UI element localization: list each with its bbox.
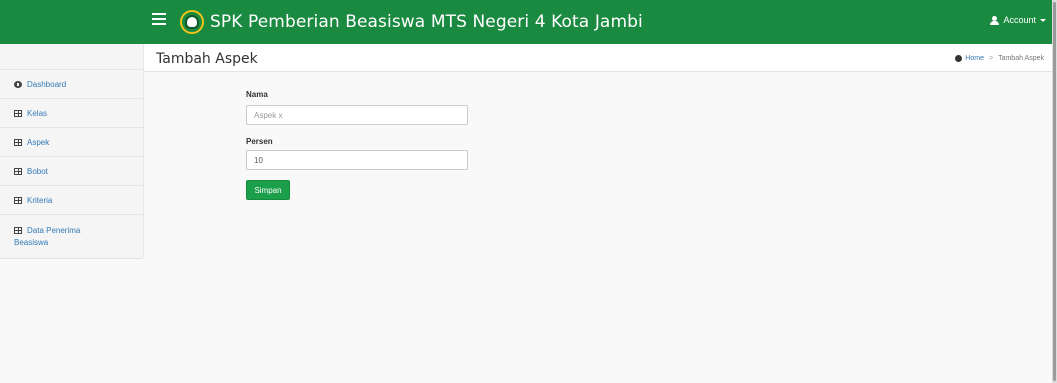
user-icon: [990, 15, 1000, 25]
sidebar-item-label: Kelas: [27, 108, 48, 118]
app-title: SPK Pemberian Beasiswa MTS Negeri 4 Kota…: [210, 12, 643, 32]
sidebar-item-label: Data Penerima Beasiswa: [14, 225, 81, 249]
sidebar: Dashboard Kelas Aspek Bobot Kriteria Dat…: [0, 44, 144, 259]
breadcrumb-current: Tambah Aspek: [998, 55, 1044, 62]
dashboard-icon: [14, 80, 22, 88]
menu-toggle-icon[interactable]: [152, 13, 166, 27]
sidebar-item-label: Kriteria: [27, 195, 53, 205]
sidebar-item-label: Aspek: [27, 137, 50, 147]
sidebar-item-label-line2: Beasiswa: [14, 238, 49, 247]
sidebar-item-data-penerima-beasiswa[interactable]: Data Penerima Beasiswa: [0, 215, 143, 259]
nama-input[interactable]: Aspek x: [246, 105, 468, 125]
sidebar-item-label: Bobot: [27, 166, 48, 176]
table-icon: [14, 167, 22, 175]
sidebar-item-kelas[interactable]: Kelas: [0, 99, 143, 128]
page-header: Tambah Aspek Home > Tambah Aspek: [144, 44, 1052, 72]
sidebar-item-bobot[interactable]: Bobot: [0, 157, 143, 186]
table-icon: [14, 196, 22, 204]
persen-input[interactable]: 10: [246, 150, 468, 170]
sidebar-item-label-line1: Data Penerima: [27, 226, 81, 235]
breadcrumb-home-link[interactable]: Home: [965, 55, 984, 62]
dashboard-icon: [955, 55, 963, 62]
table-icon: [14, 109, 22, 117]
account-label: Account: [1003, 15, 1036, 25]
caret-down-icon: [1040, 19, 1046, 22]
app-logo: [180, 10, 204, 34]
table-icon: [14, 227, 22, 234]
page-scrollbar[interactable]: [1052, 0, 1057, 383]
sidebar-item-label: Dashboard: [27, 79, 67, 89]
breadcrumb: Home > Tambah Aspek: [955, 55, 1044, 62]
sidebar-header: [0, 44, 143, 70]
sidebar-item-kriteria[interactable]: Kriteria: [0, 186, 143, 215]
sidebar-item-aspek[interactable]: Aspek: [0, 128, 143, 157]
page-title: Tambah Aspek: [156, 51, 258, 67]
top-navbar: SPK Pemberian Beasiswa MTS Negeri 4 Kota…: [0, 0, 1052, 44]
scrollbar-thumb[interactable]: [1053, 2, 1056, 381]
nama-label: Nama: [246, 90, 268, 99]
table-icon: [14, 138, 22, 146]
persen-label: Persen: [246, 137, 273, 146]
breadcrumb-separator: >: [988, 55, 994, 62]
sidebar-item-dashboard[interactable]: Dashboard: [0, 70, 143, 99]
account-menu[interactable]: Account: [990, 15, 1046, 25]
simpan-button[interactable]: Simpan: [246, 180, 290, 200]
